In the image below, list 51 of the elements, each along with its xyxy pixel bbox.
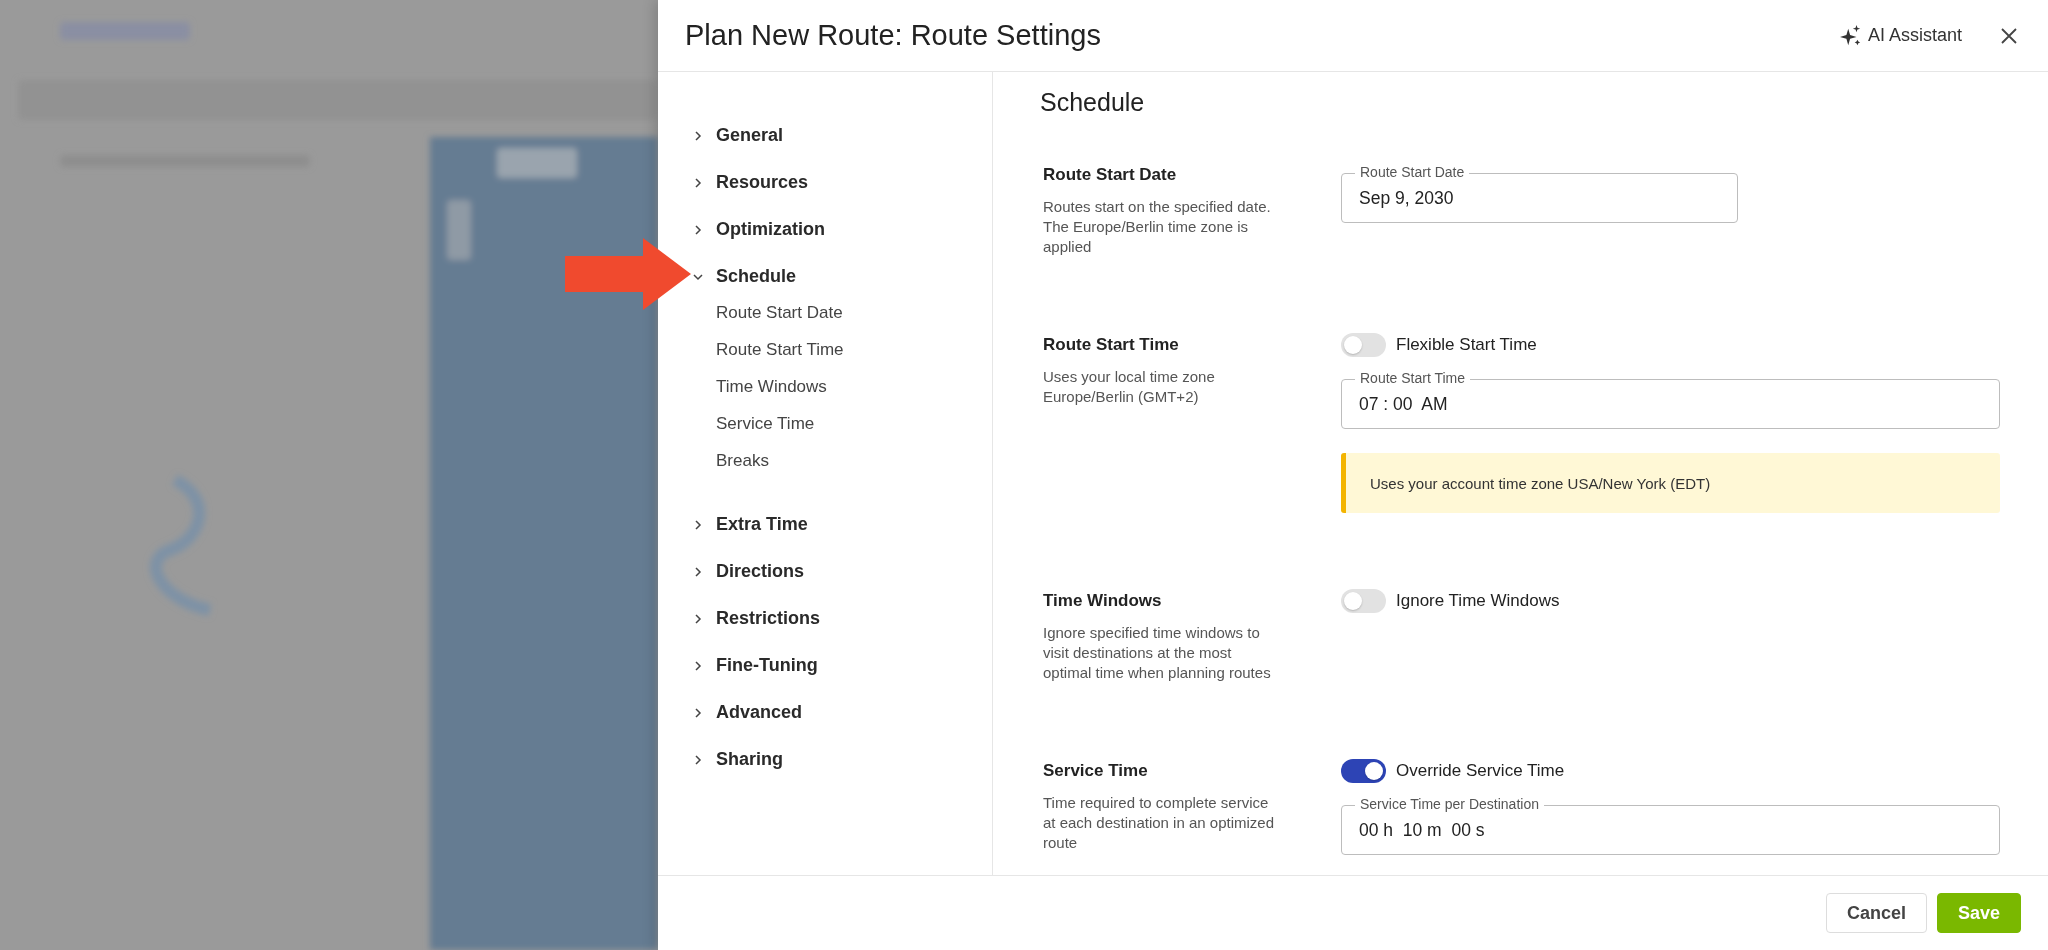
nav-item[interactable]: Optimization	[692, 206, 992, 253]
chevron-right-icon	[692, 753, 704, 766]
nav-item[interactable]: Advanced	[692, 689, 992, 736]
nav-item[interactable]: General	[692, 112, 992, 159]
field-value: 00 h 10 m 00 s	[1359, 819, 1485, 841]
field-value: 07 : 00 AM	[1359, 393, 1448, 415]
setting-description: Uses your local time zone Europe/Berlin (GMT+2)	[1043, 367, 1216, 407]
nav-item[interactable]: Fine-Tuning	[692, 642, 992, 689]
toggle-switch[interactable]	[1341, 333, 1386, 357]
field-value: Sep 9, 2030	[1359, 187, 1454, 209]
field-label: Route Start Time	[1355, 370, 1471, 386]
info-notice: Uses your account time zone USA/New York (EDT)	[1341, 453, 2000, 513]
section-heading: Schedule	[1040, 88, 1146, 117]
chevron-right-icon	[692, 659, 704, 672]
chevron-right-icon	[692, 223, 704, 236]
chevron-right-icon	[692, 565, 704, 578]
nav-item[interactable]: Extra Time	[692, 501, 992, 548]
setting-title: Route Start Date	[1043, 165, 1178, 185]
nav-item[interactable]: Directions	[692, 548, 992, 595]
setting-title: Service Time	[1043, 761, 1149, 781]
nav-item[interactable]: Resources	[692, 159, 992, 206]
nav-item[interactable]: Restrictions	[692, 595, 992, 642]
toggle-label: Ignore Time Windows	[1396, 591, 1560, 611]
chevron-right-icon	[692, 706, 704, 719]
nav-subitem[interactable]: Service Time	[716, 405, 815, 442]
field-label: Service Time per Destination	[1355, 796, 1544, 812]
toggle-label: Flexible Start Time	[1396, 335, 1537, 355]
setting-title: Route Start Time	[1043, 335, 1180, 355]
field-label: Route Start Date	[1355, 164, 1470, 180]
input-field[interactable]: Route Start Time 07 : 00 AM	[1341, 369, 2000, 429]
sparkle-icon	[1839, 24, 1862, 47]
nav-subitem[interactable]: Time Windows	[716, 368, 827, 405]
nav-item[interactable]: Sharing	[692, 736, 992, 783]
setting-title: Time Windows	[1043, 591, 1163, 611]
input-field[interactable]: Route Start Date Sep 9, 2030	[1341, 163, 1738, 223]
toggle-switch[interactable]	[1341, 589, 1386, 613]
nav-subitem[interactable]: Route Start Time	[716, 331, 844, 368]
chevron-right-icon	[692, 612, 704, 625]
ai-assistant-button[interactable]: AI Assistant	[1835, 20, 1966, 51]
cancel-button[interactable]: Cancel	[1825, 893, 1927, 933]
nav-subitem[interactable]: Breaks	[716, 442, 769, 479]
toggle-label: Override Service Time	[1396, 761, 1565, 781]
chevron-right-icon	[692, 176, 704, 189]
toggle-switch[interactable]	[1341, 759, 1386, 783]
chevron-right-icon	[692, 518, 704, 531]
chevron-right-icon	[692, 129, 704, 142]
setting-description: Time required to complete service at each destination in an optimized route	[1043, 793, 1275, 853]
dialog-title: Plan New Route: Route Settings	[685, 19, 1102, 52]
input-field[interactable]: Service Time per Destination 00 h 10 m 00 s	[1341, 795, 2000, 855]
setting-description: Routes start on the specified date. The Europe/Berlin time zone is applied	[1043, 197, 1272, 257]
setting-description: Ignore specified time windows to visit destinations at the most optimal time when planning routes	[1043, 623, 1272, 683]
